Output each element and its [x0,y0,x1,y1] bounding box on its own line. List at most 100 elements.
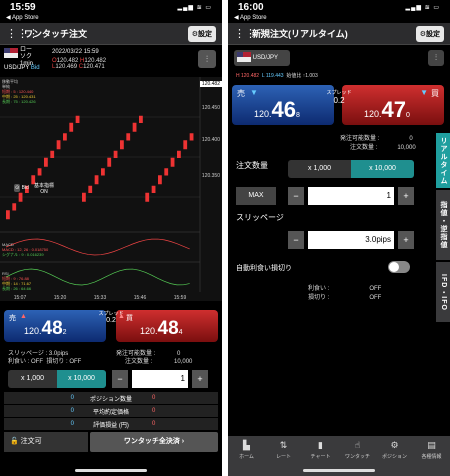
table-row: 0 ポジション数量 0 [4,392,218,404]
x-tick: 15:59 [173,295,187,301]
high-low-row: H 120.482 L 119.443 始値比 ↑1.003 [236,73,318,79]
candle [177,150,181,158]
qty-plus-button[interactable]: + [192,370,208,388]
tab-position[interactable]: ⚙ ポジション [376,440,413,476]
candle [189,133,194,141]
auto-label: 自動利食い損切り [236,265,292,272]
us-flag-icon [4,48,18,58]
tab-rate[interactable]: ⇅ レート [265,440,302,476]
table-row: 0 評価損益 (円) 0 [4,418,218,430]
home-indicator [75,469,147,472]
menu-icon[interactable]: ⋮⋮⋮ [234,27,267,40]
candle [151,185,156,193]
slip-plus-button[interactable]: + [398,231,414,249]
indicator-button[interactable]: ⫶ [428,50,444,66]
close-all-button[interactable]: ワンタッチ全決済 › [90,432,218,452]
candle [6,210,10,220]
indicator-icon: ⫶ [435,53,437,62]
qty-minus-button[interactable]: − [288,187,304,205]
candle [69,122,74,132]
lot-1000[interactable]: x 1,000 [8,370,57,388]
rsi-legend: RSI 短期 : 9 : 76.88 中期 : 14 : 71.67 長期 : 26 … [2,271,32,291]
chart-icon: ▮ [318,440,323,450]
back-to-app-store[interactable]: ◀ App Store [0,14,222,23]
candle [158,175,162,185]
price-chart[interactable]: 移動平均 単純 短期 : 5 : 120.440 中期 : 25 : 120.431… [0,77,222,301]
candle [107,157,112,167]
page-title: 新規注文(リアルタイム) [252,29,348,39]
tab-ifd[interactable]: IFD・IFO [436,262,450,322]
x-axis: 15:07 15:20 15:33 15:46 15:59 [0,295,200,301]
back-to-app-store[interactable]: ◀ App Store [228,14,450,23]
candle [82,192,86,202]
us-flag-icon [237,52,251,63]
arrow-down-icon: ▼ [420,88,428,97]
candle [37,168,42,176]
pair-selector[interactable]: USD/JPY [234,50,290,66]
header: ⋮⋮⋮ 新規注文(リアルタイム) ⚙設定 [228,23,450,45]
lot-10000[interactable]: x 10,000 [351,160,414,178]
sell-label: 売 [9,315,16,322]
basis-toggle[interactable]: 基本指標 ON [34,183,54,195]
clock: 15:59 [10,1,36,13]
page-title: ワンタッチ注文 [24,29,88,39]
tab-info[interactable]: ▤ 各種情報 [413,440,450,476]
clock: 16:00 [238,1,264,13]
menu-icon[interactable]: ⋮⋮⋮ [6,27,39,40]
qty-minus-button[interactable]: − [112,370,128,388]
slip-label: スリッページ [236,213,284,222]
order-enable-toggle[interactable]: 🔓 注文可 [4,432,88,452]
lot-selector: x 1,000 x 10,000 [8,370,106,388]
lot-10000[interactable]: x 10,000 [57,370,106,388]
rsi-line [5,268,190,286]
pair-label[interactable]: USD/JPY Bid [4,65,40,71]
candle [145,192,150,202]
tab-limit[interactable]: 指値・逆指値 [436,190,450,260]
slip-minus-button[interactable]: − [288,231,304,249]
position-table: 0 ポジション数量 0 0 平均約定価格 0 0 評価損益 (円) 0 [4,392,218,430]
candle [132,122,137,132]
slip-input[interactable]: 3.0pips [308,231,394,249]
candle [56,140,61,150]
arrow-down-icon: ▼ [250,88,258,97]
auto-info: 利食い : OFF 損切り : OFF [8,359,82,365]
home-icon: ▙ [243,440,250,450]
chart-type-selector[interactable]: ローソク 1min [4,47,33,67]
rate-icon: ⇅ [279,440,288,450]
candle [44,157,48,167]
settings-button[interactable]: ⚙設定 [415,25,444,42]
x-tick: 15:46 [133,295,147,301]
candle [101,168,105,176]
chart-tool-button[interactable]: ⫶ [198,50,216,68]
lot-1000[interactable]: x 1,000 [288,160,351,178]
symbol-row: ローソク 1min USD/JPY Bid 2022/03/22 15:59 O1… [4,47,218,77]
order-info: 注文数量 : 10,000 [125,359,193,365]
candle [88,185,93,193]
tab-realtime[interactable]: リアルタイム [436,133,450,188]
order-info: 注文数量 :10,000 [350,145,416,151]
bid-toggle[interactable]: ⊙ Bid [14,184,29,192]
macd-legend: MACD MACD : 12, 26 : 0.018750 シグナル : 9 : 0… [2,242,49,257]
candle [113,150,118,158]
spread: スプレッド 0.2 [326,90,352,105]
max-button[interactable]: MAX [236,187,276,205]
x-tick: 15:20 [53,295,67,301]
status-icons: ▂▄▆ ≋ ▭ [405,4,440,11]
qty-input[interactable]: 1 [308,187,394,205]
candle [18,192,23,202]
candle [75,115,80,123]
qty-input[interactable]: 1 [132,370,188,388]
chevron-right-icon: › [181,438,185,445]
qty-label: 注文数量 [236,161,268,170]
candle [183,140,188,150]
ohlc: O120.482 H120.482 L120.469 C120.471 [52,58,107,70]
phone-onetouch: 15:59 ▂▄▆ ≋ ▭ ◀ App Store ⋮⋮⋮ ワンタッチ注文 ⚙設定… [0,0,222,476]
tab-home[interactable]: ▙ ホーム [228,440,265,476]
header: ⋮⋮⋮ ワンタッチ注文 ⚙設定 [0,23,222,45]
auto-toggle[interactable] [388,261,410,273]
settings-button[interactable]: ⚙設定 [187,25,216,42]
qty-plus-button[interactable]: + [398,187,414,205]
phone-new-order: 16:00 ▂▄▆ ≋ ▭ ◀ App Store ⋮⋮⋮ 新規注文(リアルタイム… [228,0,450,476]
candle [139,115,143,123]
avail-info: 発注可能数量 :0 [340,136,413,142]
